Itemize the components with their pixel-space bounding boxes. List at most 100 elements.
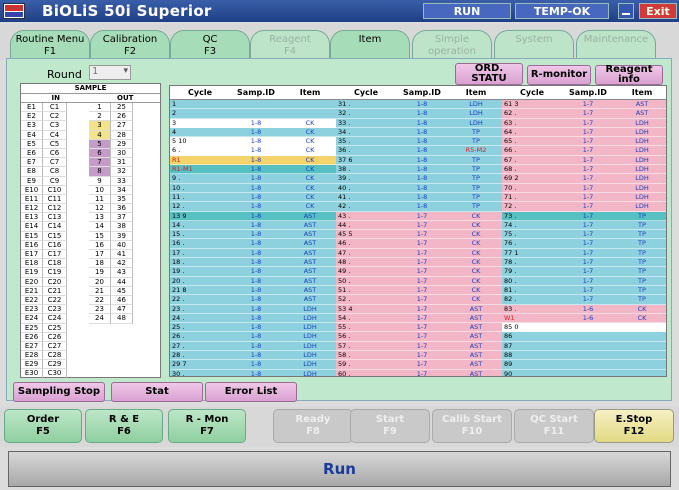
sample-cell[interactable]: 30 xyxy=(111,148,133,159)
sample-cell[interactable]: 14 xyxy=(89,222,111,232)
sample-cell[interactable]: C13 xyxy=(43,213,67,223)
sample-cell[interactable]: 19 xyxy=(89,268,111,278)
sample-cell[interactable]: 10 xyxy=(89,185,111,195)
grid-row[interactable]: 85 0 xyxy=(502,323,666,333)
grid-row[interactable]: 42 . 1-8 TP xyxy=(336,202,502,212)
grid-row[interactable]: 59 . 1-7 AST xyxy=(336,360,502,370)
reagent-info-button[interactable]: Reagent info xyxy=(595,65,663,85)
grid-row[interactable]: 29 7 1-8 LDH xyxy=(170,360,336,370)
grid-row[interactable]: 71 . 1-7 LDH xyxy=(502,192,666,203)
r-monitor-button[interactable]: R-monitor xyxy=(527,65,591,85)
grid-row[interactable]: 62 . 1-7 AST xyxy=(502,109,666,119)
sample-cell[interactable]: 7 xyxy=(89,158,111,168)
sample-cell[interactable]: 6 xyxy=(89,148,111,159)
grid-row[interactable]: W1 1-6 CK xyxy=(502,313,666,324)
grid-row[interactable]: 64 . 1-7 LDH xyxy=(502,127,666,138)
grid-row[interactable]: 27 . 1-8 LDH xyxy=(170,341,336,352)
ord-statu-button[interactable]: ORD. STATU xyxy=(455,63,523,85)
grid-row[interactable]: 28 . 1-8 LDH xyxy=(170,351,336,361)
grid-row[interactable]: 58 . 1-7 AST xyxy=(336,351,502,361)
sample-cell[interactable]: C14 xyxy=(43,222,67,232)
exit-button[interactable]: Exit xyxy=(639,3,677,19)
grid-row[interactable]: 11 . 1-8 CK xyxy=(170,192,336,203)
grid-row[interactable]: 38 . 1-8 TP xyxy=(336,165,502,175)
tab-calibration[interactable]: Calibration F2 xyxy=(90,30,170,60)
sample-cell[interactable]: E3 xyxy=(21,121,43,131)
sample-cell[interactable]: E7 xyxy=(21,158,43,168)
sample-cell[interactable]: E8 xyxy=(21,167,43,177)
grid-row[interactable]: 16 . 1-8 AST xyxy=(170,239,336,249)
grid-row[interactable]: 9 . 1-8 CK xyxy=(170,174,336,184)
sample-cell[interactable]: C25 xyxy=(43,323,67,333)
sample-cell[interactable]: C17 xyxy=(43,250,67,260)
grid-row[interactable]: 72 . 1-7 LDH xyxy=(502,202,666,212)
sample-cell[interactable]: E5 xyxy=(21,139,43,149)
sample-cell[interactable]: C21 xyxy=(43,286,67,296)
sample-cell[interactable]: 20 xyxy=(89,277,111,287)
sample-cell[interactable]: C26 xyxy=(43,332,67,342)
grid-row[interactable]: 37 6 1-8 TP xyxy=(336,155,502,166)
sample-cell[interactable]: 11 xyxy=(89,194,111,205)
sample-cell[interactable]: E2 xyxy=(21,112,43,122)
sample-cell[interactable]: 38 xyxy=(111,222,133,232)
grid-row[interactable]: 2 xyxy=(170,109,336,119)
grid-row[interactable]: 23 . 1-8 LDH xyxy=(170,304,336,314)
grid-row[interactable]: 63 . 1-7 LDH xyxy=(502,118,666,128)
sample-cell[interactable]: C23 xyxy=(43,305,67,315)
tab-reagent[interactable]: Reagent F4 xyxy=(250,30,330,60)
grid-row[interactable]: 20 . 1-8 AST xyxy=(170,276,336,286)
grid-row[interactable]: 32 . 1-8 LDH xyxy=(336,109,502,119)
grid-row[interactable]: R1 1-8 CK xyxy=(170,155,336,166)
sample-cell[interactable]: C4 xyxy=(43,130,67,140)
grid-row[interactable]: 43 . 1-7 CK xyxy=(336,211,502,221)
grid-row[interactable]: 50 . 1-7 CK xyxy=(336,276,502,286)
sample-cell[interactable]: E17 xyxy=(21,250,43,260)
sampling-stop-button[interactable]: Sampling Stop xyxy=(13,382,105,402)
sample-cell[interactable]: C12 xyxy=(43,204,67,214)
grid-row[interactable]: 51 . 1-7 CK xyxy=(336,285,502,296)
sample-cell[interactable]: E13 xyxy=(21,213,43,223)
sample-cell[interactable]: E6 xyxy=(21,148,43,159)
sample-cell[interactable]: 3 xyxy=(89,121,111,131)
grid-row[interactable]: 1 xyxy=(170,100,336,110)
sample-cell[interactable]: 17 xyxy=(89,250,111,260)
grid-row[interactable]: 41 . 1-8 TP xyxy=(336,192,502,203)
grid-row[interactable]: 54 . 1-7 AST xyxy=(336,313,502,324)
sample-cell[interactable]: 26 xyxy=(111,112,133,122)
sample-cell[interactable]: C9 xyxy=(43,176,67,186)
grid-row[interactable]: 66 . 1-7 LDH xyxy=(502,146,666,156)
sample-cell[interactable]: 9 xyxy=(89,176,111,186)
sample-cell[interactable]: 13 xyxy=(89,213,111,223)
sample-cell[interactable]: 32 xyxy=(111,167,133,177)
sample-cell[interactable]: 2 xyxy=(89,112,111,122)
sample-cell[interactable]: 21 xyxy=(89,286,111,296)
grid-row[interactable]: 86 xyxy=(502,332,666,342)
grid-row[interactable]: 69 2 1-7 LDH xyxy=(502,174,666,184)
sample-cell[interactable]: C1 xyxy=(43,103,67,113)
grid-row[interactable]: 44 . 1-7 CK xyxy=(336,220,502,231)
grid-row[interactable]: 67 . 1-7 LDH xyxy=(502,155,666,166)
grid-row[interactable]: 89 xyxy=(502,360,666,370)
sample-cell[interactable]: 46 xyxy=(111,295,133,306)
sample-cell[interactable]: 25 xyxy=(111,103,133,113)
grid-row[interactable]: 47 . 1-7 CK xyxy=(336,248,502,259)
grid-row[interactable]: 90 xyxy=(502,369,666,376)
grid-row[interactable]: 19 . 1-8 AST xyxy=(170,267,336,277)
grid-row[interactable]: 70 . 1-7 LDH xyxy=(502,183,666,193)
grid-row[interactable]: 14 . 1-8 AST xyxy=(170,220,336,231)
grid-row[interactable]: 22 . 1-8 AST xyxy=(170,295,336,305)
grid-row[interactable]: 40 . 1-8 TP xyxy=(336,183,502,193)
sample-cell[interactable]: C6 xyxy=(43,148,67,159)
sample-cell[interactable]: E12 xyxy=(21,204,43,214)
grid-row[interactable]: 82 . 1-7 TP xyxy=(502,295,666,305)
sample-cell[interactable]: E29 xyxy=(21,360,43,370)
grid-row[interactable]: 3 1-8 CK xyxy=(170,118,336,128)
grid-row[interactable]: 6 . 1-8 CK xyxy=(170,146,336,156)
sample-cell[interactable]: C24 xyxy=(43,314,67,324)
grid-row[interactable]: 10 . 1-8 CK xyxy=(170,183,336,193)
grid-row[interactable]: 36 . 1-8 R5-M2 xyxy=(336,146,502,156)
sample-cell[interactable]: 8 xyxy=(89,167,111,177)
grid-row[interactable]: 35 . 1-8 TP xyxy=(336,137,502,147)
fkey-f6[interactable]: R & E F6 xyxy=(85,409,163,443)
sample-cell[interactable]: 16 xyxy=(89,240,111,250)
